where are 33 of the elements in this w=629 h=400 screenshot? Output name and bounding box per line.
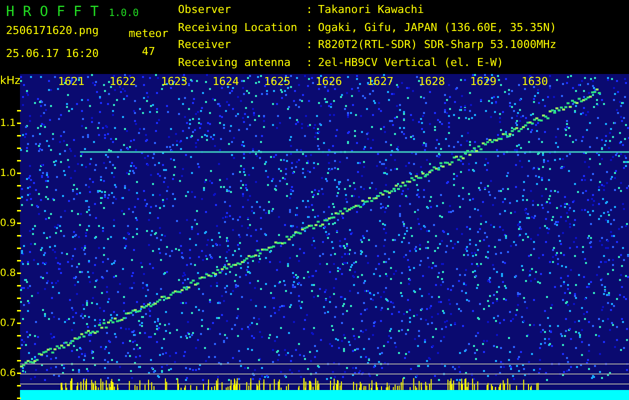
info-separator: : <box>306 22 314 36</box>
app-title: H R O F F T <box>6 4 99 20</box>
timestamp: 25.06.17 16:20 <box>6 48 100 60</box>
frequency-label: 1.0 <box>0 168 16 180</box>
frequency-label: 0.8 <box>0 268 16 280</box>
meteor-count: 47 <box>142 46 156 58</box>
time-label: 1630 <box>522 76 548 88</box>
frequency-label: 0.6 <box>0 368 16 380</box>
info-value: Takanori Kawachi <box>318 4 425 18</box>
info-separator: : <box>306 56 314 70</box>
time-label: 1626 <box>316 76 342 88</box>
time-label: 1624 <box>212 76 239 88</box>
counter-label: meteor <box>128 28 168 40</box>
info-label: Observer <box>178 4 232 18</box>
info-separator: : <box>306 4 314 18</box>
time-label: 1622 <box>110 76 136 88</box>
info-label: Receiver <box>178 39 232 53</box>
info-value: 2el-HB9CV Vertical (el. E-W) <box>318 56 504 70</box>
version-label: 1.0.0 <box>108 8 139 19</box>
info-label: Receiving antenna <box>178 56 292 70</box>
time-label: 1627 <box>367 76 394 88</box>
time-label: 1625 <box>264 76 290 88</box>
info-value: Ogaki, Gifu, JAPAN (136.60E, 35.35N) <box>318 22 558 36</box>
file-name: 2506171620.png <box>6 25 100 37</box>
info-separator: : <box>306 39 314 53</box>
frequency-label: 1.1 <box>0 118 16 130</box>
info-label: Receiving Location <box>178 22 298 36</box>
time-label: 1629 <box>470 76 496 88</box>
frequency-label: 0.7 <box>0 318 16 330</box>
unit-label: kHz <box>0 74 20 87</box>
time-label: 1628 <box>418 76 445 88</box>
frequency-label: 0.9 <box>0 218 16 230</box>
info-value: R820T2(RTL-SDR) SDR-Sharp 53.1000MHz <box>318 39 558 53</box>
